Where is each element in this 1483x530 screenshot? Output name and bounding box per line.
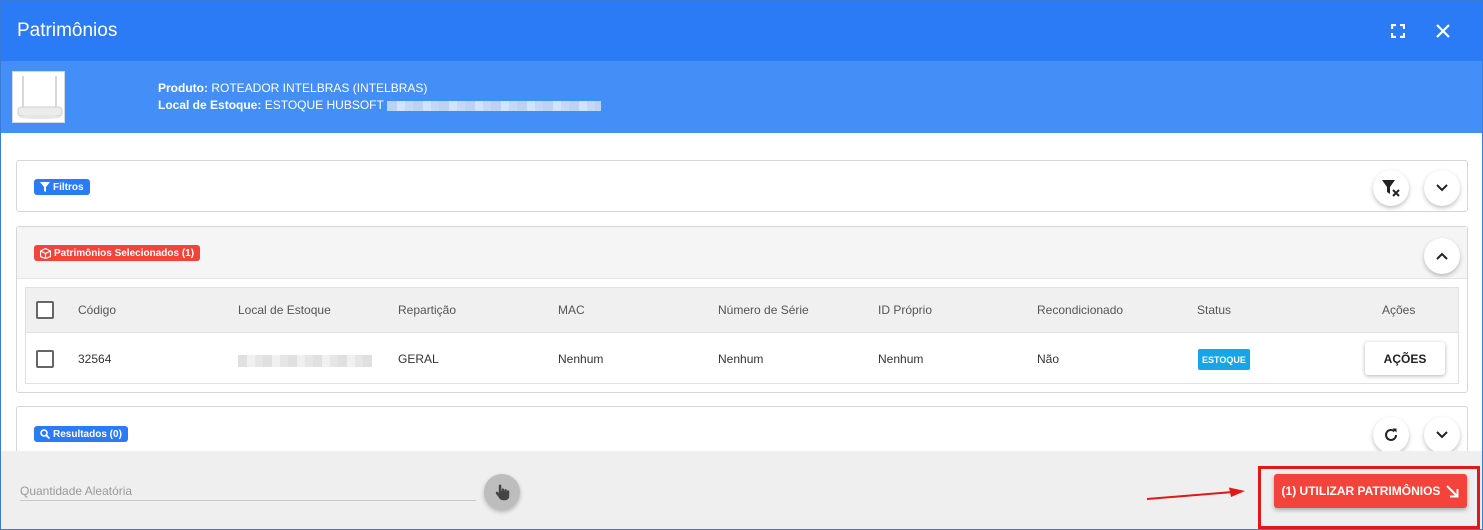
col-reparticao[interactable]: Repartição <box>398 303 456 317</box>
cell-codigo: 32564 <box>78 352 112 366</box>
product-value: ROTEADOR INTELBRAS (INTELBRAS) <box>211 81 428 95</box>
use-assets-label: (1) UTILIZAR PATRIMÔNIOS <box>1281 484 1441 498</box>
stock-location-value: ESTOQUE HUBSOFT <box>264 98 384 112</box>
random-quantity-input[interactable] <box>20 481 476 501</box>
filters-panel: Filtros <box>16 160 1468 212</box>
product-info-bar: Produto: ROTEADOR INTELBRAS (INTELBRAS) … <box>1 61 1482 133</box>
expand-results-button[interactable] <box>1424 417 1460 453</box>
chevron-down-icon <box>1436 431 1448 439</box>
selected-panel-header <box>17 227 1467 279</box>
arrow-down-right-icon <box>1446 484 1459 497</box>
col-codigo[interactable]: Código <box>78 303 116 317</box>
filter-icon <box>40 182 50 192</box>
table-header: Código Local de Estoque Repartição MAC N… <box>26 288 1458 333</box>
stock-location-line: Local de Estoque: ESTOQUE HUBSOFT <box>158 97 601 114</box>
patrimonios-dialog: Patrimônios Produto: ROTEADOR INTELBRAS … <box>0 0 1483 530</box>
filters-badge-label: Filtros <box>53 181 84 193</box>
stock-location-label: Local de Estoque: <box>158 98 262 112</box>
col-recondicionado[interactable]: Recondicionado <box>1037 303 1123 317</box>
use-assets-button[interactable]: (1) UTILIZAR PATRIMÔNIOS <box>1274 474 1467 508</box>
close-button[interactable] <box>1432 20 1454 42</box>
fullscreen-button[interactable] <box>1387 20 1409 42</box>
cell-recondicionado: Não <box>1037 352 1060 366</box>
product-label: Produto: <box>158 81 208 95</box>
filters-badge[interactable]: Filtros <box>34 179 90 195</box>
refresh-icon <box>1385 428 1397 441</box>
select-all-checkbox[interactable] <box>36 301 54 319</box>
col-acoes: Ações <box>1382 303 1416 317</box>
product-info: Produto: ROTEADOR INTELBRAS (INTELBRAS) … <box>158 80 601 114</box>
selected-assets-panel: Patrimônios Selecionados (1) Código Loca… <box>16 226 1468 393</box>
col-status[interactable]: Status <box>1197 303 1231 317</box>
dialog-header: Patrimônios <box>1 1 1482 61</box>
red-arrow-annotation <box>1147 487 1245 500</box>
fullscreen-icon <box>1391 24 1405 38</box>
dialog-title: Patrimônios <box>17 20 118 41</box>
box-icon <box>40 247 51 259</box>
status-badge: ESTOQUE <box>1198 349 1250 370</box>
expand-filters-button[interactable] <box>1424 170 1460 206</box>
product-thumbnail <box>12 71 65 123</box>
filter-clear-icon <box>1382 180 1400 197</box>
refresh-button[interactable] <box>1373 417 1409 453</box>
results-badge-label: Resultados (0) <box>53 428 122 440</box>
router-image <box>13 72 64 122</box>
acoes-button[interactable]: AÇÕES <box>1365 342 1445 375</box>
col-numero-serie[interactable]: Número de Série <box>718 303 809 317</box>
chevron-down-icon <box>1436 184 1448 192</box>
pick-random-button[interactable] <box>484 474 520 510</box>
clear-filters-button[interactable] <box>1373 170 1409 206</box>
selected-assets-badge-label: Patrimônios Selecionados (1) <box>54 247 195 259</box>
col-local-estoque[interactable]: Local de Estoque <box>238 303 331 317</box>
cell-reparticao: GERAL <box>398 352 439 366</box>
redacted-local-estoque <box>238 355 372 367</box>
close-icon <box>1436 24 1450 38</box>
selected-assets-table: Código Local de Estoque Repartição MAC N… <box>25 287 1459 384</box>
redacted-text <box>386 100 601 111</box>
product-line: Produto: ROTEADOR INTELBRAS (INTELBRAS) <box>158 80 601 97</box>
cell-mac: Nenhum <box>558 352 604 366</box>
collapse-selected-button[interactable] <box>1424 238 1460 274</box>
dialog-footer: (1) UTILIZAR PATRIMÔNIOS <box>1 451 1482 529</box>
search-icon <box>40 429 50 439</box>
col-mac[interactable]: MAC <box>558 303 585 317</box>
cell-id-proprio: Nenhum <box>878 352 924 366</box>
col-id-proprio[interactable]: ID Próprio <box>878 303 932 317</box>
hand-pointer-icon <box>495 484 510 501</box>
row-checkbox[interactable] <box>36 350 54 368</box>
cell-numero-serie: Nenhum <box>718 352 764 366</box>
chevron-up-icon <box>1436 252 1448 260</box>
results-badge[interactable]: Resultados (0) <box>34 426 128 442</box>
selected-assets-badge[interactable]: Patrimônios Selecionados (1) <box>34 245 201 261</box>
